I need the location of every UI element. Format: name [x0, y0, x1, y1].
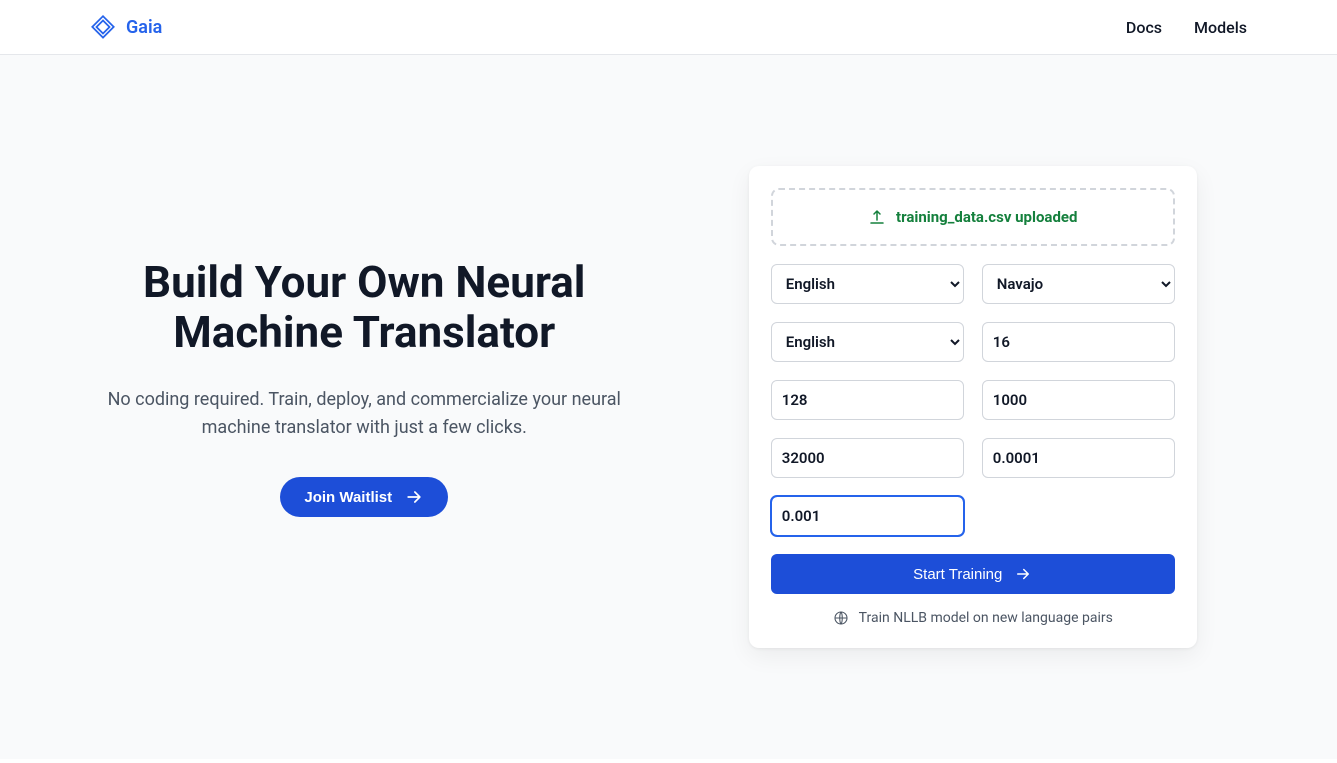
- top-nav: Gaia Docs Models: [0, 0, 1337, 55]
- main-content: Build Your Own Neural Machine Translator…: [0, 55, 1337, 759]
- weight-decay-input[interactable]: [982, 438, 1175, 478]
- learning-rate-input[interactable]: [771, 496, 964, 536]
- tokenizer-language-select[interactable]: English: [771, 322, 964, 362]
- arrow-right-icon: [404, 487, 424, 507]
- start-training-button[interactable]: Start Training: [771, 554, 1175, 594]
- source-language-select[interactable]: English: [771, 264, 964, 304]
- hero-section: Build Your Own Neural Machine Translator…: [90, 55, 639, 759]
- form-grid: English Navajo English: [771, 264, 1175, 536]
- hero-title: Build Your Own Neural Machine Translator: [90, 257, 639, 358]
- batch-size-input[interactable]: [982, 322, 1175, 362]
- arrow-right-icon: [1014, 565, 1032, 583]
- training-card: training_data.csv uploaded English Navaj…: [749, 166, 1197, 648]
- upload-status-text: training_data.csv uploaded: [896, 208, 1077, 226]
- logo[interactable]: Gaia: [90, 14, 162, 40]
- join-waitlist-button[interactable]: Join Waitlist: [280, 477, 448, 517]
- cta-label: Join Waitlist: [304, 489, 392, 506]
- hero-subtitle: No coding required. Train, deploy, and c…: [94, 386, 634, 442]
- upload-icon: [868, 208, 886, 226]
- epochs-input[interactable]: [982, 380, 1175, 420]
- vocab-size-input[interactable]: [771, 438, 964, 478]
- target-language-select[interactable]: Navajo: [982, 264, 1175, 304]
- globe-icon: [833, 610, 849, 626]
- logo-icon: [90, 14, 116, 40]
- nav-docs[interactable]: Docs: [1126, 18, 1162, 37]
- card-footer-note: Train NLLB model on new language pairs: [771, 610, 1175, 626]
- sequence-length-input[interactable]: [771, 380, 964, 420]
- footer-note-text: Train NLLB model on new language pairs: [859, 610, 1113, 626]
- nav-links: Docs Models: [1126, 18, 1247, 37]
- form-section: training_data.csv uploaded English Navaj…: [699, 55, 1248, 759]
- start-training-label: Start Training: [913, 566, 1002, 583]
- brand-name: Gaia: [126, 17, 162, 38]
- upload-dropzone[interactable]: training_data.csv uploaded: [771, 188, 1175, 246]
- nav-models[interactable]: Models: [1194, 18, 1247, 37]
